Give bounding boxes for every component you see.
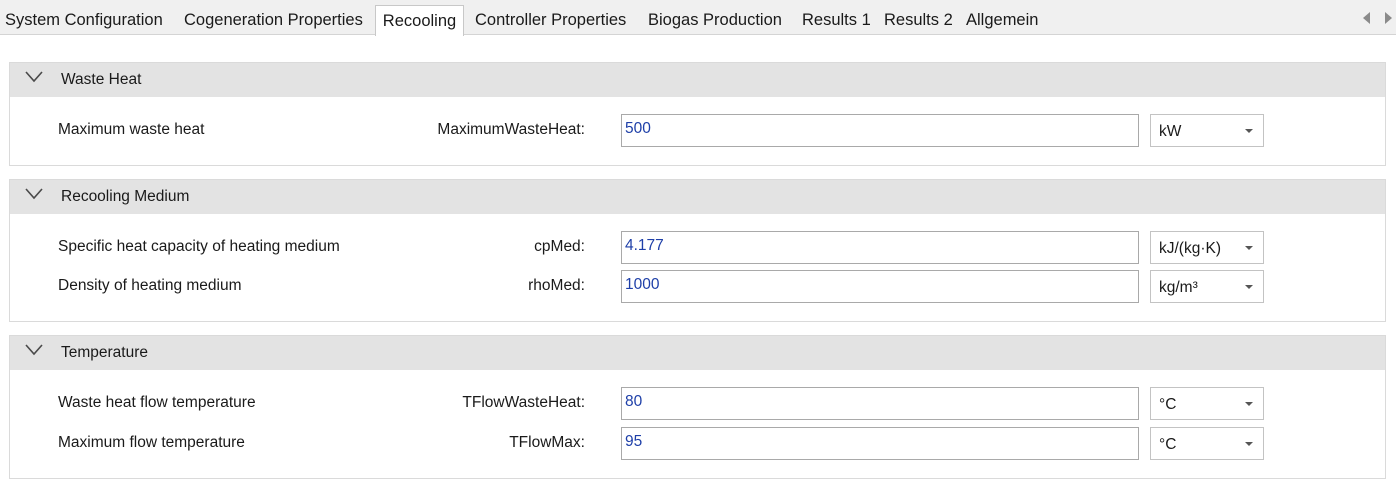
- tflow-waste-heat-input[interactable]: 80: [621, 387, 1139, 420]
- tflow-waste-heat-unit-select[interactable]: °C: [1150, 387, 1264, 420]
- unit-value: °C: [1159, 436, 1177, 453]
- caret-down-icon: [1245, 129, 1253, 133]
- group-title: Waste Heat: [61, 71, 142, 88]
- rhomed-input[interactable]: 1000: [621, 270, 1139, 303]
- unit-value: kJ/(kg·K): [1159, 240, 1221, 257]
- variable-name: TFlowMax:: [509, 434, 585, 451]
- unit-value: kg/m³: [1159, 279, 1198, 296]
- chevron-down-icon[interactable]: [25, 188, 43, 200]
- tab-system-configuration[interactable]: System Configuration: [5, 6, 163, 35]
- tab-biogas-production[interactable]: Biogas Production: [648, 6, 782, 35]
- tab-scroll-left-icon[interactable]: [1363, 12, 1370, 24]
- tab-cogeneration-properties[interactable]: Cogeneration Properties: [184, 6, 363, 35]
- unit-value: °C: [1159, 396, 1177, 413]
- tab-scroll-right-icon[interactable]: [1385, 12, 1392, 24]
- chevron-down-icon[interactable]: [25, 344, 43, 356]
- variable-name: rhoMed:: [528, 277, 585, 294]
- group-header-recooling-medium[interactable]: Recooling Medium: [10, 180, 1385, 214]
- tab-results-2[interactable]: Results 2: [884, 6, 953, 35]
- group-header-temperature[interactable]: Temperature: [10, 336, 1385, 370]
- variable-name: TFlowWasteHeat:: [462, 394, 585, 411]
- chevron-down-icon[interactable]: [25, 71, 43, 83]
- group-temperature: Temperature Waste heat flow temperature …: [9, 335, 1386, 479]
- cpmed-input[interactable]: 4.177: [621, 231, 1139, 264]
- group-title: Recooling Medium: [61, 188, 190, 205]
- variable-name: cpMed:: [534, 238, 585, 255]
- tab-strip: System Configuration Cogeneration Proper…: [0, 0, 1396, 36]
- caret-down-icon: [1245, 246, 1253, 250]
- tflow-max-input[interactable]: 95: [621, 427, 1139, 460]
- group-title: Temperature: [61, 344, 149, 361]
- cpmed-unit-select[interactable]: kJ/(kg·K): [1150, 231, 1264, 264]
- tab-allgemein[interactable]: Allgemein: [966, 6, 1038, 35]
- tab-recooling[interactable]: Recooling: [375, 5, 464, 36]
- recooling-panel: Waste Heat Maximum waste heat MaximumWas…: [0, 36, 1396, 490]
- variable-name: MaximumWasteHeat:: [437, 121, 585, 138]
- group-waste-heat: Waste Heat Maximum waste heat MaximumWas…: [9, 62, 1386, 166]
- maximum-waste-heat-input[interactable]: 500: [621, 114, 1139, 147]
- caret-down-icon: [1245, 442, 1253, 446]
- tab-results-1[interactable]: Results 1: [802, 6, 871, 35]
- maximum-waste-heat-unit-select[interactable]: kW: [1150, 114, 1264, 147]
- group-recooling-medium: Recooling Medium Specific heat capacity …: [9, 179, 1386, 322]
- group-header-waste-heat[interactable]: Waste Heat: [10, 63, 1385, 97]
- caret-down-icon: [1245, 402, 1253, 406]
- rhomed-unit-select[interactable]: kg/m³: [1150, 270, 1264, 303]
- caret-down-icon: [1245, 285, 1253, 289]
- tab-controller-properties[interactable]: Controller Properties: [475, 6, 626, 35]
- unit-value: kW: [1159, 123, 1182, 140]
- tflow-max-unit-select[interactable]: °C: [1150, 427, 1264, 460]
